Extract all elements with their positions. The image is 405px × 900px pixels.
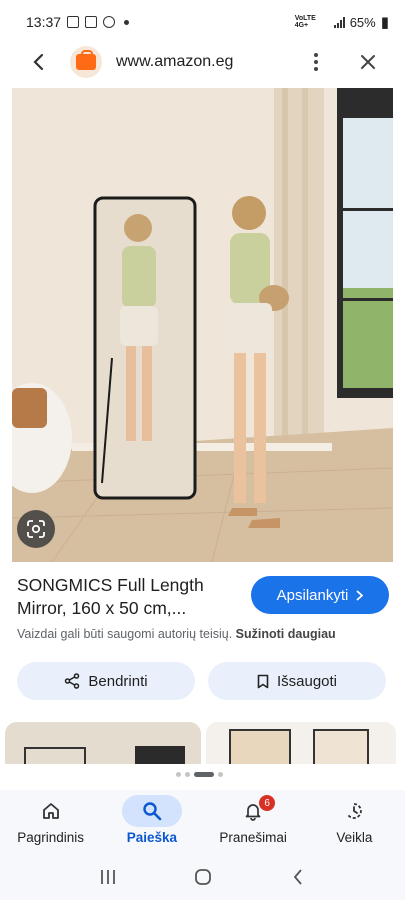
home-icon xyxy=(42,803,59,819)
search-icon xyxy=(143,802,162,821)
home-circle-icon xyxy=(194,869,211,885)
share-icon xyxy=(65,673,80,689)
nav-home[interactable]: Pagrindinis xyxy=(0,790,101,854)
more-vert-icon xyxy=(314,53,318,71)
product-title-line2: Mirror, 160 x 50 cm,... xyxy=(17,598,187,618)
nav-search-icon-wrap xyxy=(121,795,182,827)
nav-activity-label: Veikla xyxy=(336,830,373,845)
lens-icon xyxy=(27,520,45,538)
viber-notification-icon xyxy=(103,16,116,28)
product-image[interactable] xyxy=(12,88,393,562)
status-bar: 13:37 VoLTE 4G+ 65% ▮ xyxy=(0,0,405,44)
pager-dot xyxy=(218,772,223,777)
nav-home-icon-wrap xyxy=(21,795,81,827)
bookmark-icon xyxy=(257,674,269,688)
status-time: 13:37 xyxy=(26,14,62,30)
network-type-label: VoLTE 4G+ xyxy=(294,15,316,29)
recent-apps-button[interactable] xyxy=(88,857,128,897)
nav-notifications-icon-wrap: 6 xyxy=(223,795,283,827)
chevron-left-icon xyxy=(33,53,44,71)
visit-button-label: Apsilankyti xyxy=(276,586,349,604)
nav-notifications-label: Pranešimai xyxy=(219,830,287,845)
amazon-favicon xyxy=(70,46,102,78)
back-arrow-icon xyxy=(293,869,302,885)
nav-activity-icon-wrap xyxy=(324,795,384,827)
shopping-bag-icon xyxy=(76,50,96,70)
share-button[interactable]: Bendrinti xyxy=(17,662,195,700)
result-header: SONGMICS Full Length Mirror, 160 x 50 cm… xyxy=(17,574,389,620)
product-title-line1: SONGMICS Full Length xyxy=(17,575,204,595)
battery-level: 65% xyxy=(349,14,376,30)
close-button[interactable] xyxy=(350,42,386,82)
related-image-mirror-1 xyxy=(5,722,201,764)
related-image-thumbnail[interactable] xyxy=(206,722,396,764)
system-navigation xyxy=(0,854,405,900)
carousel-pager xyxy=(176,772,223,777)
pager-dot xyxy=(185,772,190,777)
battery-icon: ▮ xyxy=(380,14,389,31)
share-label: Bendrinti xyxy=(88,672,148,690)
pager-dot-active xyxy=(194,772,214,777)
page-url[interactable]: www.amazon.eg xyxy=(116,53,233,71)
more-options-button[interactable] xyxy=(300,42,332,82)
app-notification-icon xyxy=(85,16,98,28)
nav-activity[interactable]: Veikla xyxy=(304,790,405,854)
google-lens-button[interactable] xyxy=(17,510,55,548)
system-back-button[interactable] xyxy=(278,857,318,897)
close-icon xyxy=(361,55,375,69)
related-images xyxy=(0,722,405,764)
nav-notifications[interactable]: 6 Pranešimai xyxy=(203,790,304,854)
more-notifications-icon xyxy=(124,19,130,25)
browser-toolbar: www.amazon.eg xyxy=(0,40,405,84)
history-icon xyxy=(347,803,363,819)
pager-dot xyxy=(176,772,181,777)
visit-button[interactable]: Apsilankyti xyxy=(251,576,389,614)
copyright-notice: Vaizdai gali būti saugomi autorių teisių… xyxy=(17,627,336,641)
recent-apps-icon xyxy=(100,870,115,884)
related-image-thumbnail[interactable] xyxy=(5,722,201,764)
signal-icon xyxy=(333,16,345,28)
save-label: Išsaugoti xyxy=(276,672,338,690)
chevron-right-icon xyxy=(356,589,364,601)
nav-search-label: Paieška xyxy=(126,830,178,845)
home-button[interactable] xyxy=(183,857,223,897)
product-title[interactable]: SONGMICS Full Length Mirror, 160 x 50 cm… xyxy=(17,574,242,620)
bottom-navigation: Pagrindinis Paieška 6 Pranešimai Veikla xyxy=(0,790,405,854)
back-button[interactable] xyxy=(18,42,58,82)
gallery-notification-icon xyxy=(67,16,80,28)
nav-home-label: Pagrindinis xyxy=(17,830,85,845)
save-button[interactable]: Išsaugoti xyxy=(208,662,386,700)
related-image-mirror-2 xyxy=(206,722,396,764)
mirror-product-photo xyxy=(12,88,393,562)
learn-more-link[interactable]: Sužinoti daugiau xyxy=(236,627,336,641)
notification-badge: 6 xyxy=(259,795,276,811)
copyright-text: Vaizdai gali būti saugomi autorių teisių… xyxy=(17,627,233,641)
nav-search[interactable]: Paieška xyxy=(101,790,202,854)
